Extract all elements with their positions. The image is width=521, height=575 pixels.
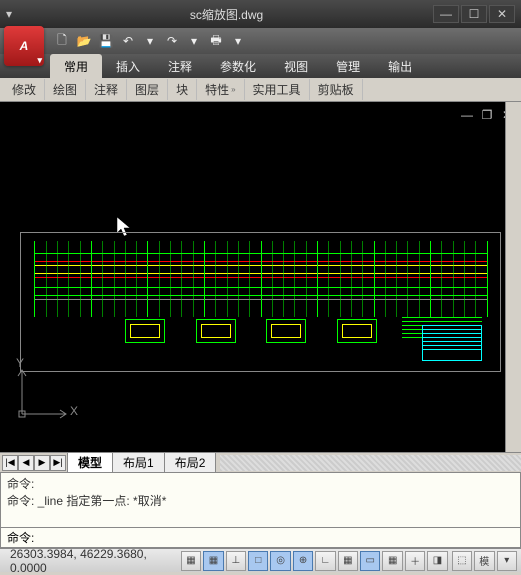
cmd-prompt: 命令: bbox=[7, 529, 34, 546]
window-title: sc缩放图.dwg bbox=[20, 6, 433, 23]
drawing-content: /*ticks drawn below via JS*/ bbox=[20, 232, 501, 372]
panel-block[interactable]: 块 bbox=[168, 79, 197, 100]
close-button[interactable]: ✕ bbox=[489, 5, 515, 23]
app-menu-arrow[interactable]: ▾ bbox=[6, 7, 20, 21]
layout-nav-next[interactable]: ▶ bbox=[34, 455, 50, 471]
status-btn-model[interactable]: 模 bbox=[474, 551, 494, 571]
tab-insert[interactable]: 插入 bbox=[102, 54, 154, 78]
new-icon[interactable]: 🗋 bbox=[52, 31, 72, 51]
undo-icon[interactable]: ↶ bbox=[118, 31, 138, 51]
layout-nav-prev[interactable]: ◀ bbox=[18, 455, 34, 471]
status-btn-10[interactable]: ＋ bbox=[405, 551, 425, 571]
ucs-icon: Y X bbox=[14, 362, 74, 422]
tab-view[interactable]: 视图 bbox=[270, 54, 322, 78]
panel-clipboard[interactable]: 剪贴板 bbox=[310, 79, 363, 100]
status-btn-3[interactable]: □ bbox=[248, 551, 268, 571]
minimize-button[interactable]: — bbox=[433, 5, 459, 23]
layout-tab-model[interactable]: 模型 bbox=[67, 452, 113, 473]
panel-draw[interactable]: 绘图 bbox=[45, 79, 86, 100]
coordinates[interactable]: 26303.3984, 46229.3680, 0.0000 bbox=[4, 547, 179, 575]
open-icon[interactable]: 📂 bbox=[74, 31, 94, 51]
status-btn-6[interactable]: ∟ bbox=[315, 551, 335, 571]
layout-tab-2[interactable]: 布局2 bbox=[164, 452, 217, 473]
quick-access-toolbar: 🗋 📂 💾 ↶ ▾ ↷ ▾ 🖶 ▾ bbox=[0, 28, 521, 54]
qat-more-3[interactable]: ▾ bbox=[228, 31, 248, 51]
status-btn-4[interactable]: ◎ bbox=[270, 551, 290, 571]
panel-modify[interactable]: 修改 bbox=[4, 79, 45, 100]
logo-letter: A bbox=[20, 39, 29, 53]
tab-annotate[interactable]: 注释 bbox=[154, 54, 206, 78]
cmd-line-2: 命令: _line 指定第一点: *取消* bbox=[7, 492, 514, 509]
qat-more-2[interactable]: ▾ bbox=[184, 31, 204, 51]
ucs-y-label: Y bbox=[16, 356, 24, 370]
status-btn-1[interactable]: ▦ bbox=[203, 551, 223, 571]
ribbon-tabs: 常用 插入 注释 参数化 视图 管理 输出 bbox=[0, 54, 521, 78]
redo-icon[interactable]: ↷ bbox=[162, 31, 182, 51]
panel-layers[interactable]: 图层 bbox=[127, 79, 168, 100]
status-btn-2[interactable]: ⊥ bbox=[226, 551, 246, 571]
command-input[interactable] bbox=[38, 531, 514, 545]
status-btn-8[interactable]: ▭ bbox=[360, 551, 380, 571]
vertical-scrollbar[interactable] bbox=[505, 102, 521, 452]
qat-more-1[interactable]: ▾ bbox=[140, 31, 160, 51]
status-bar: 26303.3984, 46229.3680, 0.0000 ▦ ▦ ⊥ □ ◎… bbox=[0, 548, 521, 572]
panel-utilities[interactable]: 实用工具 bbox=[245, 79, 310, 100]
command-input-row: 命令: bbox=[0, 528, 521, 548]
status-btn-5[interactable]: ⊕ bbox=[293, 551, 313, 571]
save-icon[interactable]: 💾 bbox=[96, 31, 116, 51]
status-btn-12[interactable]: ⬚ bbox=[452, 551, 472, 571]
status-btn-more[interactable]: ▾ bbox=[497, 551, 517, 571]
tab-manage[interactable]: 管理 bbox=[322, 54, 374, 78]
titlebar: ▾ sc缩放图.dwg — ☐ ✕ bbox=[0, 0, 521, 28]
layout-scrollbar[interactable] bbox=[220, 455, 521, 471]
tab-home[interactable]: 常用 bbox=[50, 54, 102, 78]
tab-parametric[interactable]: 参数化 bbox=[206, 54, 270, 78]
drawing-canvas[interactable]: — ❐ ✕ /*ticks drawn below via JS*/ bbox=[0, 102, 521, 452]
status-btn-9[interactable]: ▦ bbox=[382, 551, 402, 571]
layout-nav-first[interactable]: |◀ bbox=[2, 455, 18, 471]
maximize-button[interactable]: ☐ bbox=[461, 5, 487, 23]
app-logo[interactable]: A ▾ bbox=[4, 26, 44, 66]
panel-annotate[interactable]: 注释 bbox=[86, 79, 127, 100]
status-btn-11[interactable]: ◨ bbox=[427, 551, 447, 571]
cmd-line-1: 命令: bbox=[7, 475, 514, 492]
doc-minimize-icon[interactable]: — bbox=[459, 108, 475, 122]
print-icon[interactable]: 🖶 bbox=[206, 31, 226, 51]
layout-tab-1[interactable]: 布局1 bbox=[112, 452, 165, 473]
ucs-x-label: X bbox=[70, 404, 78, 418]
tab-output[interactable]: 输出 bbox=[374, 54, 426, 78]
doc-restore-icon[interactable]: ❐ bbox=[479, 108, 495, 122]
panel-properties[interactable]: 特性» bbox=[197, 79, 244, 100]
status-btn-0[interactable]: ▦ bbox=[181, 551, 201, 571]
ribbon-panels: 修改 绘图 注释 图层 块 特性» 实用工具 剪贴板 bbox=[0, 78, 521, 102]
layout-bar: |◀ ◀ ▶ ▶| 模型 布局1 布局2 bbox=[0, 452, 521, 472]
status-btn-7[interactable]: ▦ bbox=[338, 551, 358, 571]
command-history: 命令: 命令: _line 指定第一点: *取消* bbox=[0, 472, 521, 528]
layout-nav-last[interactable]: ▶| bbox=[50, 455, 66, 471]
